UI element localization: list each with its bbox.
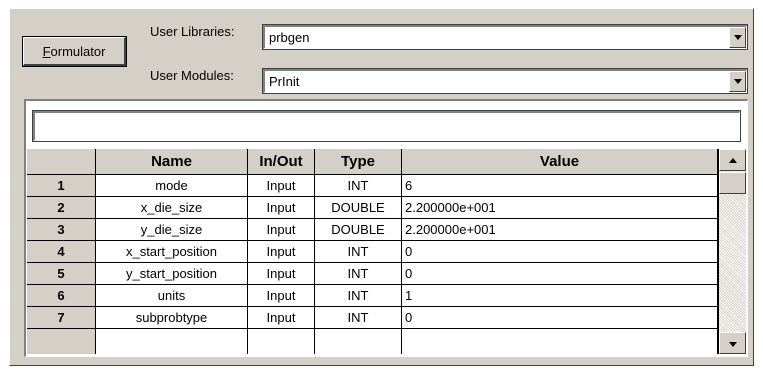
user-libraries-dropdown-button[interactable] bbox=[729, 27, 746, 48]
cell-inout[interactable]: Input bbox=[248, 263, 315, 285]
cell-name[interactable]: y_start_position bbox=[96, 263, 248, 285]
cell-partial[interactable] bbox=[248, 329, 315, 354]
chevron-down-icon bbox=[729, 342, 737, 347]
user-modules-label: User Modules: bbox=[150, 68, 234, 83]
column-header-corner bbox=[27, 149, 96, 175]
cell-inout[interactable]: Input bbox=[248, 219, 315, 241]
row-header[interactable]: 7 bbox=[27, 307, 96, 329]
cell-type[interactable]: INT bbox=[315, 307, 402, 329]
column-header-inout[interactable]: In/Out bbox=[248, 149, 315, 175]
user-libraries-value: prbgen bbox=[269, 30, 310, 45]
cell-inout[interactable]: Input bbox=[248, 241, 315, 263]
formulator-button[interactable]: Formulator bbox=[22, 36, 127, 67]
row-header[interactable]: 1 bbox=[27, 175, 96, 197]
cell-partial[interactable] bbox=[402, 329, 718, 354]
cell-name[interactable]: x_die_size bbox=[96, 197, 248, 219]
cell-type[interactable]: INT bbox=[315, 263, 402, 285]
user-libraries-label: User Libraries: bbox=[150, 24, 235, 39]
vertical-scrollbar[interactable] bbox=[718, 149, 746, 354]
cell-type[interactable]: DOUBLE bbox=[315, 197, 402, 219]
row-header[interactable]: 4 bbox=[27, 241, 96, 263]
cell-name[interactable]: subprobtype bbox=[96, 307, 248, 329]
cell-inout[interactable]: Input bbox=[248, 197, 315, 219]
scroll-up-button[interactable] bbox=[719, 149, 746, 171]
cell-inout[interactable]: Input bbox=[248, 175, 315, 197]
scroll-down-button[interactable] bbox=[719, 332, 746, 354]
column-header-type[interactable]: Type bbox=[315, 149, 402, 175]
cell-type[interactable]: INT bbox=[315, 285, 402, 307]
cell-partial[interactable] bbox=[315, 329, 402, 354]
chevron-up-icon bbox=[729, 158, 737, 163]
row-header-partial[interactable] bbox=[27, 329, 96, 354]
cell-type[interactable]: DOUBLE bbox=[315, 219, 402, 241]
cell-name[interactable]: mode bbox=[96, 175, 248, 197]
row-header[interactable]: 2 bbox=[27, 197, 96, 219]
cell-name[interactable]: y_die_size bbox=[96, 219, 248, 241]
cell-value[interactable]: 2.200000e+001 bbox=[402, 197, 718, 219]
cell-type[interactable]: INT bbox=[315, 175, 402, 197]
scroll-thumb[interactable] bbox=[719, 172, 746, 194]
cell-edit-input[interactable] bbox=[32, 110, 741, 142]
cell-name[interactable]: units bbox=[96, 285, 248, 307]
cell-value[interactable]: 0 bbox=[402, 241, 718, 263]
cell-inout[interactable]: Input bbox=[248, 285, 315, 307]
user-modules-dropdown-button[interactable] bbox=[729, 71, 746, 92]
chevron-down-icon bbox=[734, 79, 742, 84]
user-modules-combo[interactable]: PrInit bbox=[262, 68, 748, 94]
column-header-name[interactable]: Name bbox=[96, 149, 248, 175]
cell-partial[interactable] bbox=[96, 329, 248, 354]
row-header[interactable]: 5 bbox=[27, 263, 96, 285]
chevron-down-icon bbox=[734, 35, 742, 40]
user-libraries-combo[interactable]: prbgen bbox=[262, 24, 748, 50]
formulator-label: ormulator bbox=[50, 43, 106, 59]
row-header[interactable]: 6 bbox=[27, 285, 96, 307]
cell-type[interactable]: INT bbox=[315, 241, 402, 263]
formulator-mnemonic: F bbox=[42, 43, 51, 59]
cell-value[interactable]: 0 bbox=[402, 307, 718, 329]
cell-name[interactable]: x_start_position bbox=[96, 241, 248, 263]
row-header[interactable]: 3 bbox=[27, 219, 96, 241]
cell-value[interactable]: 0 bbox=[402, 263, 718, 285]
cell-value[interactable]: 2.200000e+001 bbox=[402, 219, 718, 241]
cell-value[interactable]: 1 bbox=[402, 285, 718, 307]
user-modules-value: PrInit bbox=[269, 74, 300, 89]
cell-value[interactable]: 6 bbox=[402, 175, 718, 197]
cell-inout[interactable]: Input bbox=[248, 307, 315, 329]
column-header-value[interactable]: Value bbox=[402, 149, 718, 175]
